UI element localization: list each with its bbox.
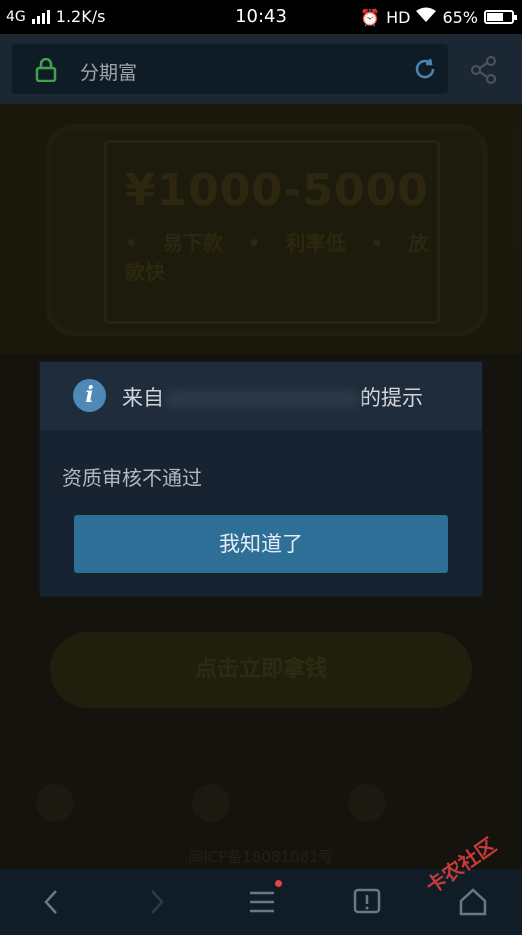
home-icon[interactable]: [458, 887, 488, 921]
tabs-icon[interactable]: [352, 887, 382, 921]
dialog-header: i 来自 的提示: [40, 362, 482, 430]
back-icon[interactable]: [40, 887, 62, 921]
page-title: 分期富: [80, 62, 138, 84]
alarm-icon: ⏰: [360, 7, 381, 27]
ok-button[interactable]: 我知道了: [74, 515, 448, 573]
dialog-title-prefix: 来自: [122, 386, 164, 410]
info-icon: i: [73, 379, 106, 412]
battery-icon: [484, 10, 517, 24]
redacted-site-name: [164, 389, 360, 409]
share-icon[interactable]: [470, 56, 498, 88]
dialog-message: 资质审核不通过: [62, 466, 202, 490]
dialog-title: 来自 的提示: [122, 382, 423, 412]
forward-icon[interactable]: [146, 887, 168, 921]
wifi-icon: [416, 7, 437, 27]
status-bar: 4G 1.2K/s 10:43 ⏰ HD 65%: [0, 0, 522, 34]
reload-icon[interactable]: [412, 56, 438, 86]
hd-indicator: HD: [386, 7, 411, 27]
notification-dot: [275, 880, 282, 887]
browser-toolbar: 分期富: [0, 34, 522, 104]
address-bar[interactable]: 分期富: [12, 44, 448, 94]
battery-percent: 65%: [442, 7, 478, 27]
menu-icon[interactable]: [248, 887, 276, 921]
dialog-title-suffix: 的提示: [360, 386, 423, 410]
lock-icon: [34, 57, 58, 86]
alert-dialog: i 来自 的提示 资质审核不通过 我知道了: [40, 362, 482, 596]
